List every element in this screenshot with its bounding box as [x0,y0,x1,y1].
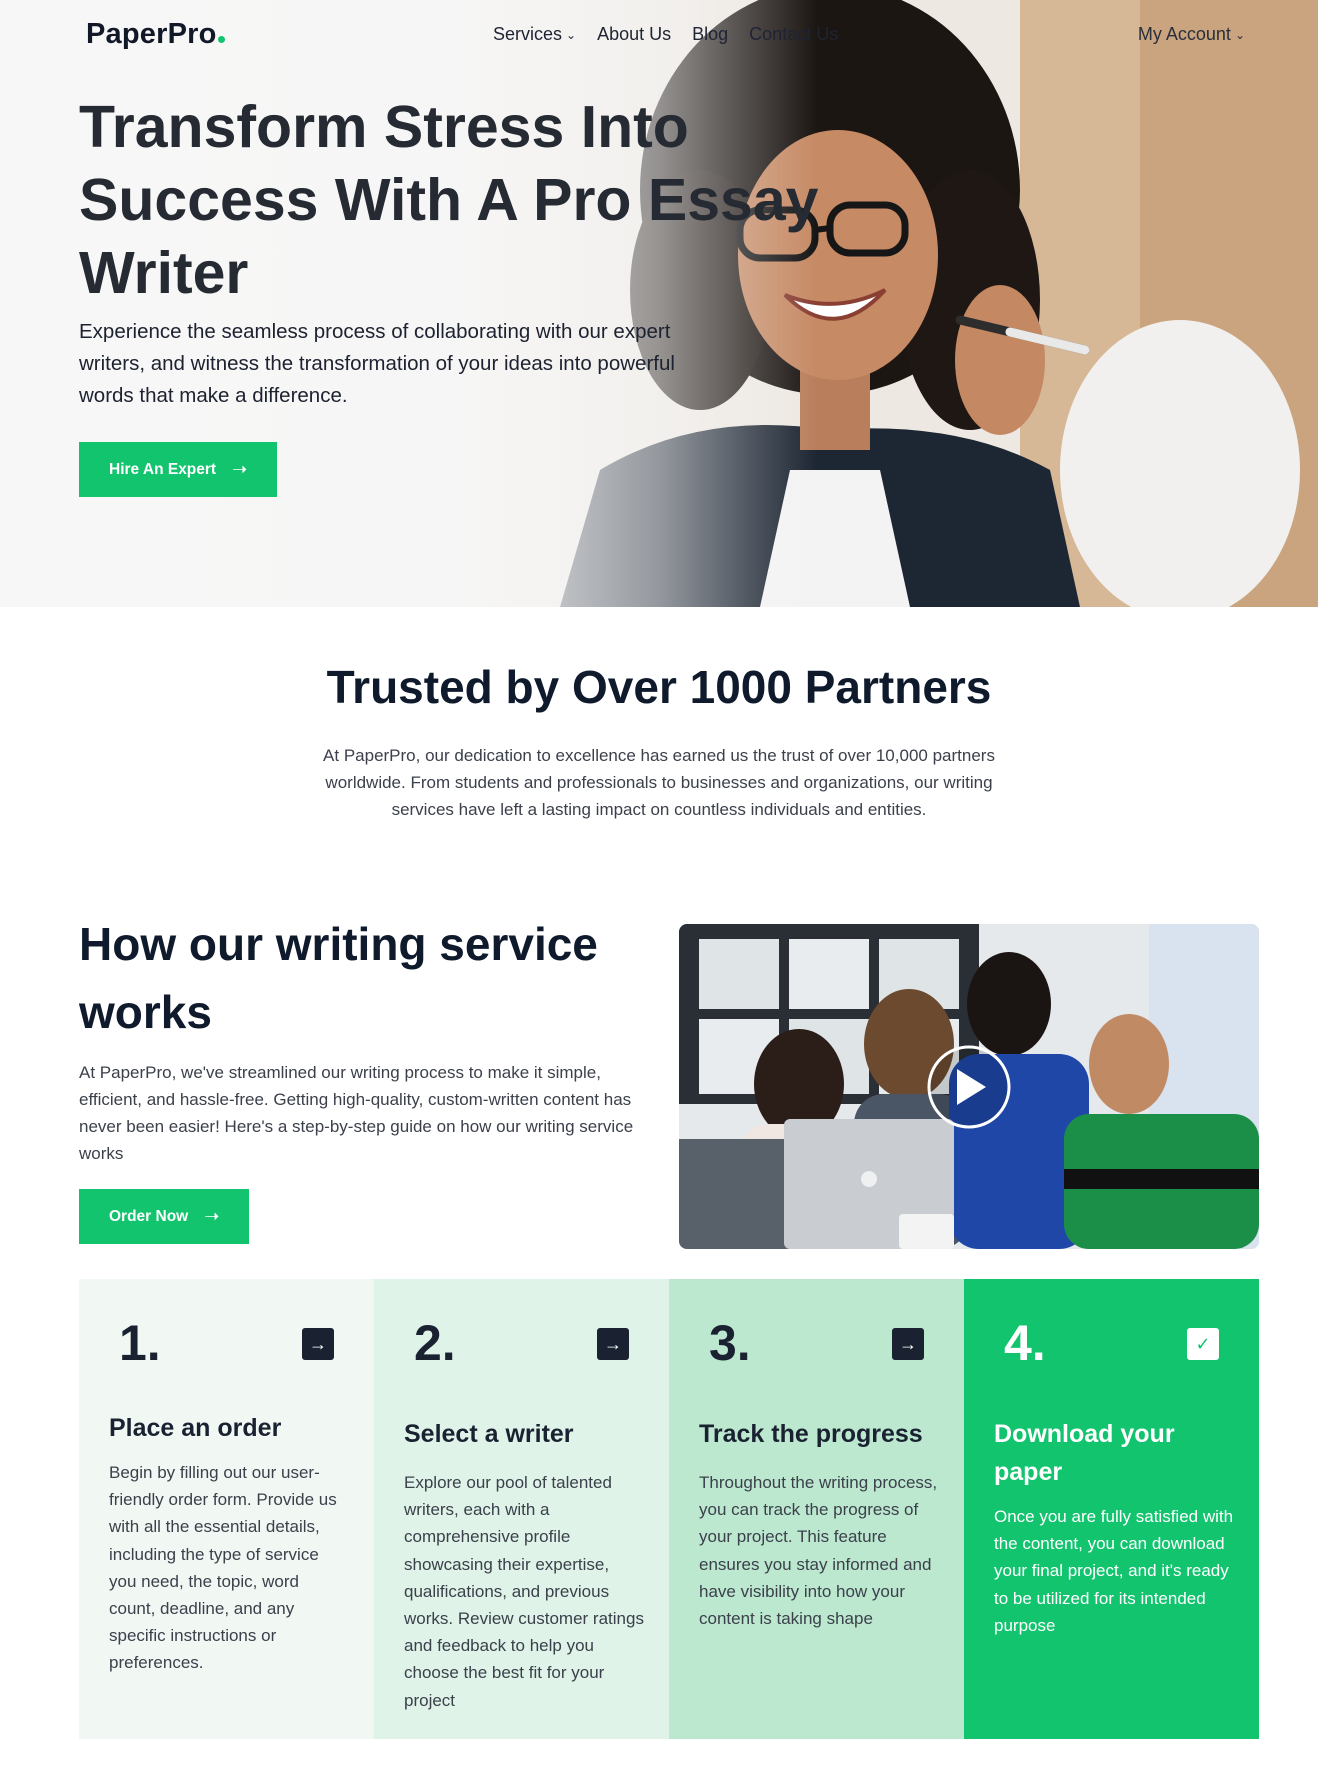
hero-subtitle: Experience the seamless process of colla… [79,320,675,407]
trusted-title: Trusted by Over 1000 Partners [326,661,992,713]
step-title: Place an order [109,1414,282,1442]
trusted-section: Trusted by Over 1000 Partners At PaperPr… [0,660,1318,823]
step-text: Throughout the writing process, you can … [699,1473,938,1629]
step-number: 1. [119,1315,161,1371]
order-now-button[interactable]: Order Now ➝ [79,1189,250,1244]
main-menu: Services ⌄ About Us Blog Contact Us [493,24,838,45]
nav-item-about[interactable]: About Us [597,24,671,45]
arrow-right-icon[interactable]: → [892,1328,924,1360]
step-card: 2. → Select a writer Explore our pool of… [374,1279,669,1739]
arrow-right-icon: ➝ [204,1206,220,1226]
step-card: 3. → Track the progress Throughout the w… [669,1279,964,1739]
hire-expert-button[interactable]: Hire An Expert ➝ [79,442,278,497]
nav-item-label: Contact Us [749,24,839,44]
how-text: At PaperPro, we've streamlined our writi… [79,1063,634,1163]
check-icon[interactable]: ✓ [1187,1328,1219,1360]
nav-item-label: About Us [597,24,672,44]
trusted-text: At PaperPro, our dedication to excellenc… [323,746,995,819]
step-card: 4. ✓ Download your paper Once you are fu… [964,1279,1259,1739]
step-text: Begin by filling out our user-friendly o… [109,1463,337,1673]
nav-item-label: Blog [692,24,729,44]
button-label: Order Now [109,1207,189,1225]
brand-name: PaperPro [86,18,217,50]
step-title: Download your paper [994,1420,1175,1486]
arrow-right-icon: ➝ [232,459,248,479]
step-number: 2. [414,1315,456,1371]
arrow-right-icon[interactable]: → [302,1328,334,1360]
how-title: How our writing service works [79,918,598,1038]
chevron-down-icon: ⌄ [566,27,577,42]
nav-item-contact[interactable]: Contact Us [749,24,838,45]
my-account-menu[interactable]: My Account ⌄ [1138,24,1245,45]
hero-section: PaperPro Services ⌄ About Us Blog Contac… [0,0,1318,607]
nav-item-blog[interactable]: Blog [692,24,728,45]
team-photo [679,924,1259,1249]
step-text: Explore our pool of talented writers, ea… [404,1473,644,1710]
brand-logo[interactable]: PaperPro [86,18,225,51]
arrow-right-icon[interactable]: → [597,1328,629,1360]
account-label: My Account [1137,24,1231,44]
step-text: Once you are fully satisfied with the co… [994,1507,1234,1635]
button-label: Hire An Expert [109,460,217,478]
step-card: 1. → Place an order Begin by filling out… [79,1279,374,1739]
top-navigation: PaperPro Services ⌄ About Us Blog Contac… [0,0,1318,72]
step-number: 4. [1004,1315,1046,1371]
video-thumbnail[interactable] [679,924,1259,1249]
hero-title: Transform Stress Into Success With A Pro… [79,94,819,306]
logo-dot-icon [217,36,225,43]
steps-row: 1. → Place an order Begin by filling out… [79,1279,1259,1739]
nav-item-label: Services [493,24,563,44]
step-title: Select a writer [404,1420,574,1448]
step-number: 3. [709,1315,751,1371]
chevron-down-icon: ⌄ [1234,27,1245,42]
nav-item-services[interactable]: Services ⌄ [493,24,576,45]
step-title: Track the progress [699,1420,923,1448]
